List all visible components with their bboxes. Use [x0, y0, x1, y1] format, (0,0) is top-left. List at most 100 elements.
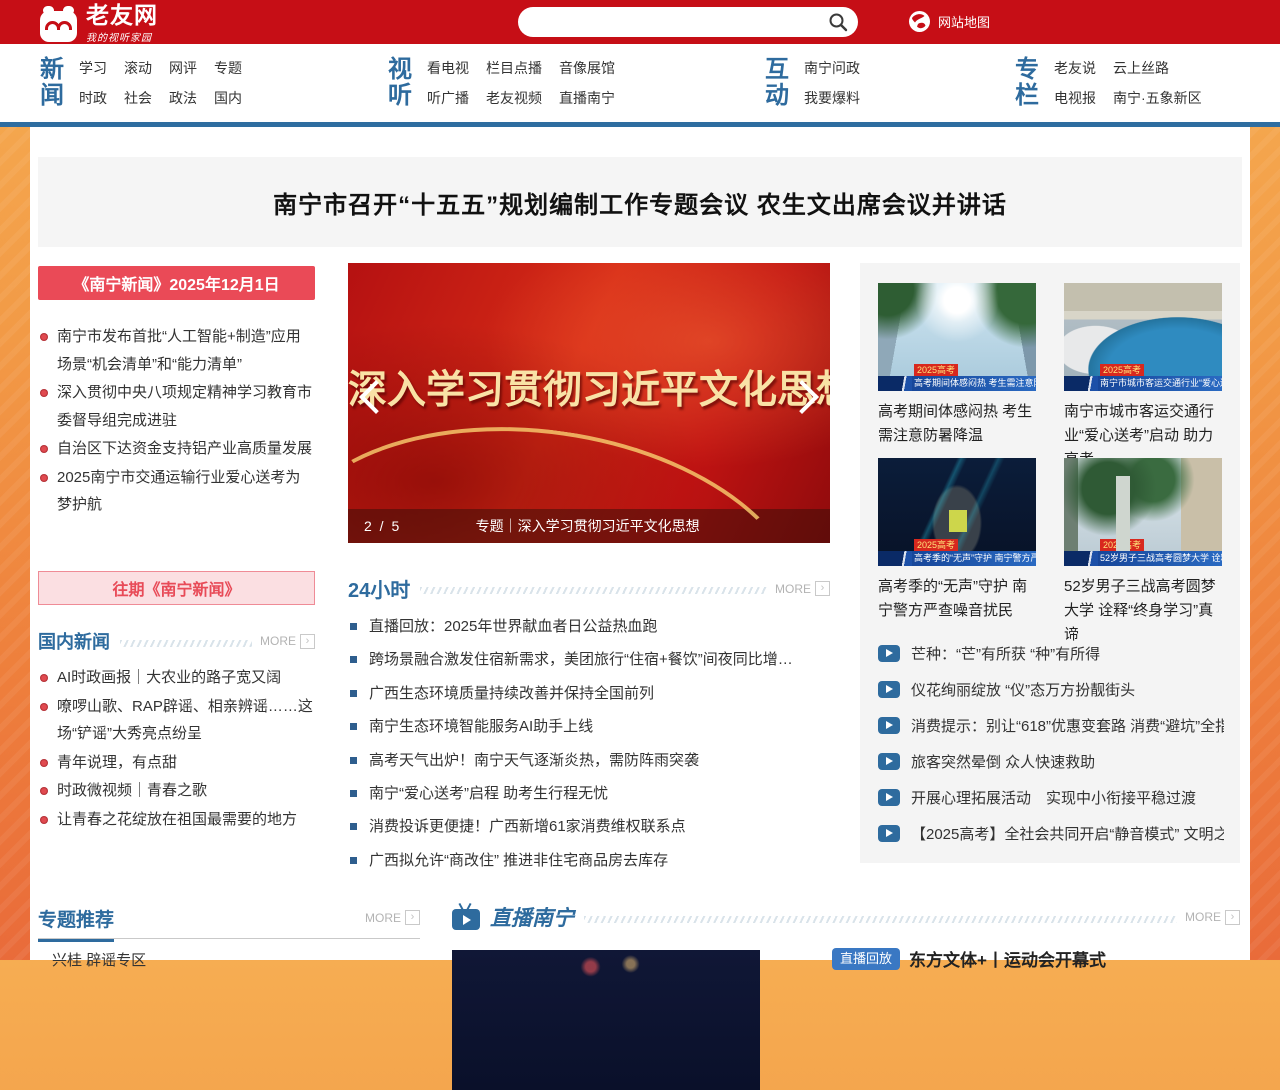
- video-link[interactable]: 【2025高考】全社会共同开启“静音模式” 文明之…: [878, 815, 1224, 851]
- carousel-page-indicator: 2 / 5: [364, 518, 401, 534]
- search-input[interactable]: [534, 7, 818, 39]
- more-chevron-icon: [1225, 910, 1240, 925]
- video-card[interactable]: 2025高考 高考季的“无声”守护 南宁警方严查噪音扰民 高考季的“无声”守护 …: [878, 458, 1036, 623]
- live-replay-item[interactable]: 直播回放 东方文体+丨运动会开幕式: [832, 946, 1106, 971]
- video-link[interactable]: 消费提示：别让“618”优惠变套路 消费“避坑”全指南: [878, 707, 1224, 743]
- list-item[interactable]: 南宁市发布首批“人工智能+制造”应用场景“机会清单”和“能力清单”: [38, 323, 315, 378]
- video-card[interactable]: 2025高考 南宁市城市客运交通行业“爱心送考”启动 助力高考 南宁市城市客运交…: [1064, 283, 1222, 472]
- video-thumbnail[interactable]: 2025高考 高考季的“无声”守护 南宁警方严查噪音扰民: [878, 458, 1036, 566]
- video-card[interactable]: 2025高考 52岁男子三战高考圆梦大学 诠释“终身学习”真谛 52岁男子三战高…: [1064, 458, 1222, 647]
- video-tag: 2025高考: [1100, 539, 1144, 551]
- video-link[interactable]: 芒种：“芒”有所获 “种”有所得: [878, 635, 1224, 671]
- logo-tagline: 我的视听家园: [86, 29, 158, 44]
- nav-link[interactable]: 老友说: [1054, 58, 1096, 78]
- national-more-link[interactable]: MORE: [260, 634, 315, 649]
- more-chevron-icon: [815, 581, 830, 596]
- sitemap-link[interactable]: 网站地图: [908, 10, 990, 33]
- site-logo[interactable]: 老友网 我的视听家园: [40, 4, 158, 44]
- list-item[interactable]: 青年说理，有点甜: [38, 749, 315, 777]
- nanning-news-date-button[interactable]: 《南宁新闻》2025年12月1日: [38, 266, 315, 300]
- search-box[interactable]: [518, 7, 858, 37]
- video-thumbnail[interactable]: 2025高考 高考期间体感闷热 考生需注意防暑降温: [878, 283, 1036, 391]
- specials-more-link[interactable]: MORE: [365, 910, 420, 925]
- video-thumbnail[interactable]: 2025高考 52岁男子三战高考圆梦大学 诠释“终身学习”真谛: [1064, 458, 1222, 566]
- nav-link[interactable]: 社会: [124, 88, 152, 108]
- nav-link[interactable]: 我要爆料: [804, 88, 860, 108]
- list-item[interactable]: 高考天气出炉！南宁天气逐渐炎热，需防阵雨突袭: [348, 744, 830, 777]
- nav-group-columns: 专栏 老友说 云上丝路 电视报 南宁·五象新区: [1015, 57, 1202, 109]
- top-headline-band[interactable]: 南宁市召开“十五五”规划编制工作专题会议 农生文出席会议并讲话: [38, 157, 1242, 247]
- nav-group-columns-label[interactable]: 专栏: [1015, 57, 1042, 109]
- nav-link[interactable]: 南宁·五象新区: [1113, 88, 1202, 108]
- list-item[interactable]: 南宁“爱心送考”启程 助考生行程无忧: [348, 777, 830, 810]
- video-caption[interactable]: 高考期间体感闷热 考生需注意防暑降温: [878, 400, 1036, 448]
- top-headline[interactable]: 南宁市召开“十五五”规划编制工作专题会议 农生文出席会议并讲话: [273, 185, 1007, 220]
- nav-link[interactable]: 云上丝路: [1113, 58, 1169, 78]
- news-logo-icon: [1064, 376, 1098, 391]
- list-item[interactable]: 消费投诉更便捷！广西新增61家消费维权联系点: [348, 810, 830, 843]
- list-item[interactable]: 嘹啰山歌、RAP辟谣、相亲辨谣……这场“铲谣”大秀亮点纷呈: [38, 693, 315, 748]
- nav-link[interactable]: 听广播: [427, 88, 469, 108]
- list-item[interactable]: 广西生态环境质量持续改善并保持全国前列: [348, 677, 830, 710]
- nav-group-news-label[interactable]: 新闻: [40, 57, 67, 109]
- video-link[interactable]: 仪花绚丽绽放 “仪”态万方扮靓街头: [878, 671, 1224, 707]
- list-item[interactable]: 深入贯彻中央八项规定精神学习教育市委督导组完成进驻: [38, 379, 315, 434]
- video-link-list: 芒种：“芒”有所获 “种”有所得 仪花绚丽绽放 “仪”态万方扮靓街头 消费提示：…: [878, 635, 1224, 851]
- list-item[interactable]: 让青春之花绽放在祖国最需要的地方: [38, 806, 315, 834]
- specials-header: 专题推荐 MORE: [38, 905, 420, 939]
- content-panel: 南宁市召开“十五五”规划编制工作专题会议 农生文出席会议并讲话 《南宁新闻》20…: [30, 127, 1250, 960]
- specials-title: 专题推荐: [38, 905, 114, 942]
- news-logo-icon: [878, 376, 912, 391]
- nav-link[interactable]: 时政: [79, 88, 107, 108]
- video-card[interactable]: 2025高考 高考期间体感闷热 考生需注意防暑降温 高考期间体感闷热 考生需注意…: [878, 283, 1036, 448]
- sitemap-label: 网站地图: [938, 12, 990, 31]
- news24-more-link[interactable]: MORE: [775, 581, 830, 596]
- play-icon: [878, 645, 900, 662]
- list-item[interactable]: 自治区下达资金支持铝产业高质量发展: [38, 435, 315, 463]
- video-link[interactable]: 开展心理拓展活动 实现中小衔接平稳过渡: [878, 779, 1224, 815]
- video-tag: 2025高考: [1100, 364, 1144, 376]
- carousel-caption[interactable]: 专题｜深入学习贯彻习近平文化思想: [401, 516, 774, 536]
- carousel-slide-title: 深入学习贯彻习近平文化思想: [348, 359, 830, 415]
- archive-button[interactable]: 往期《南宁新闻》: [38, 571, 315, 605]
- list-item[interactable]: AI时政画报｜大农业的路子宽又阔: [38, 664, 315, 692]
- more-chevron-icon: [300, 634, 315, 649]
- live-item-title[interactable]: 东方文体+丨运动会开幕式: [909, 946, 1106, 971]
- list-item[interactable]: 南宁生态环境智能服务AI助手上线: [348, 710, 830, 743]
- national-news-header: 国内新闻 MORE: [38, 628, 315, 654]
- nav-group-interact-label[interactable]: 互动: [765, 57, 792, 109]
- hatch-divider: [120, 640, 252, 647]
- list-item[interactable]: 直播回放：2025年世界献血者日公益热血跑: [348, 610, 830, 643]
- nav-link[interactable]: 电视报: [1054, 88, 1096, 108]
- live-thumbnail[interactable]: [452, 950, 760, 1090]
- live-section-title: 直播南宁: [490, 902, 574, 932]
- video-caption[interactable]: 高考季的“无声”守护 南宁警方严查噪音扰民: [878, 575, 1036, 623]
- list-item[interactable]: 2025南宁市交通运输行业爱心送考为梦护航: [38, 464, 315, 519]
- video-thumbnail[interactable]: 2025高考 南宁市城市客运交通行业“爱心送考”启动 助力高考: [1064, 283, 1222, 391]
- hero-carousel[interactable]: 深入学习贯彻习近平文化思想 2 / 5 专题｜深入学习贯彻习近平文化思想: [348, 263, 830, 543]
- nav-link[interactable]: 国内: [214, 88, 242, 108]
- nav-link[interactable]: 专题: [214, 58, 242, 78]
- live-more-link[interactable]: MORE: [1185, 910, 1240, 925]
- tv-icon: [452, 909, 480, 930]
- nav-link[interactable]: 直播南宁: [559, 88, 615, 108]
- nav-link[interactable]: 滚动: [124, 58, 152, 78]
- nav-link[interactable]: 栏目点播: [486, 58, 542, 78]
- search-icon[interactable]: [828, 12, 848, 32]
- nav-link[interactable]: 音像展馆: [559, 58, 615, 78]
- video-tag: 2025高考: [914, 539, 958, 551]
- nav-link[interactable]: 看电视: [427, 58, 469, 78]
- nav-group-media-label[interactable]: 视听: [388, 57, 415, 109]
- nav-link[interactable]: 网评: [169, 58, 197, 78]
- nav-group-media: 视听 看电视 栏目点播 音像展馆 听广播 老友视频 直播南宁: [388, 57, 615, 109]
- list-item[interactable]: 时政微视频｜青春之歌: [38, 777, 315, 805]
- nav-link[interactable]: 学习: [79, 58, 107, 78]
- nav-link[interactable]: 政法: [169, 88, 197, 108]
- list-item[interactable]: 广西拟允许“商改住” 推进非住宅商品房去库存: [348, 844, 830, 877]
- video-link[interactable]: 旅客突然晕倒 众人快速救助: [878, 743, 1224, 779]
- news24-header: 24小时 MORE: [348, 574, 830, 603]
- nav-link[interactable]: 南宁问政: [804, 58, 860, 78]
- list-item[interactable]: 跨场景融合激发住宿新需求，美团旅行“住宿+餐饮”间夜同比增…: [348, 643, 830, 676]
- national-news-title: 国内新闻: [38, 628, 110, 654]
- nav-link[interactable]: 老友视频: [486, 88, 542, 108]
